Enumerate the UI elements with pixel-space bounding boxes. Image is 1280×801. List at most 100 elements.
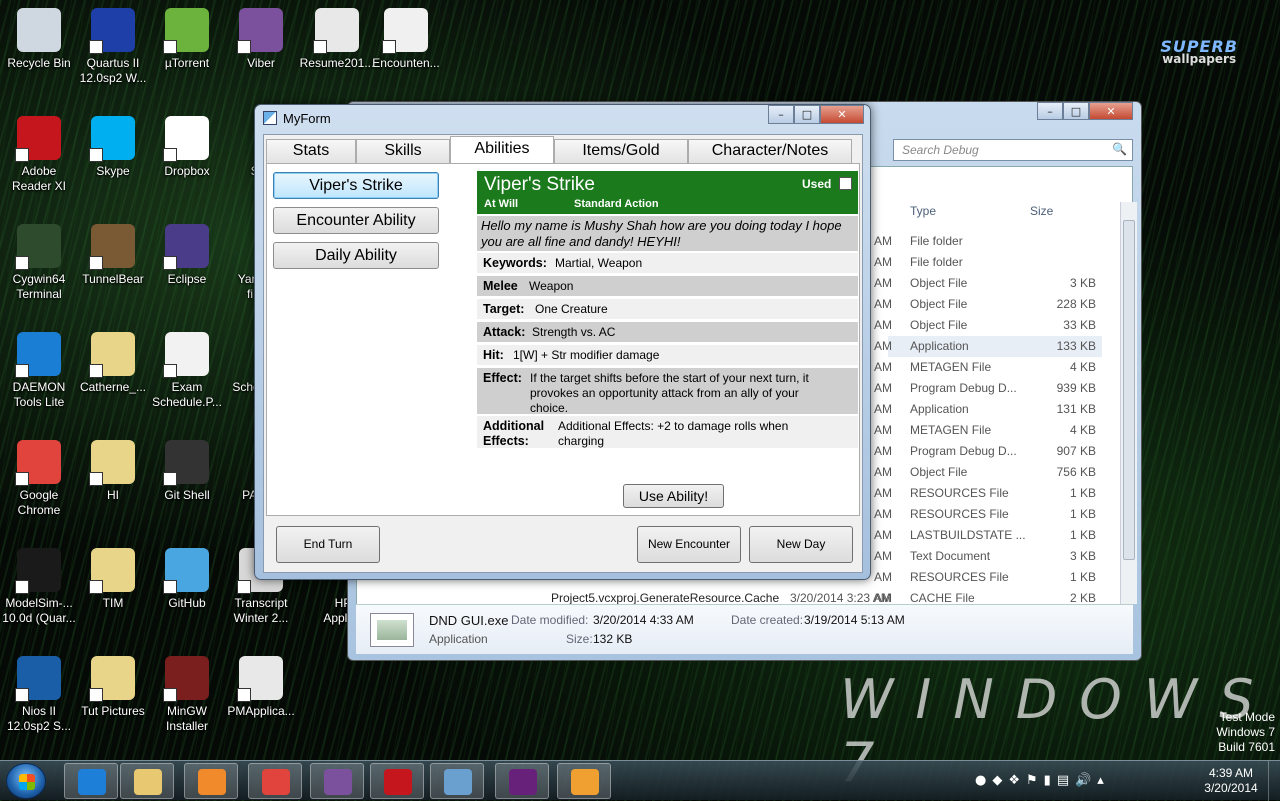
taskbar-app-button[interactable]	[495, 763, 549, 799]
desktop-shortcut[interactable]: Eclipse	[148, 224, 226, 287]
desktop-shortcut[interactable]: Resume201...	[298, 8, 376, 71]
taskbar-app-button[interactable]	[248, 763, 302, 799]
desktop-shortcut[interactable]: Recycle Bin	[0, 8, 78, 71]
minimize-button[interactable]: –	[1037, 102, 1063, 120]
tab-skills[interactable]: Skills	[356, 139, 450, 163]
desktop-shortcut[interactable]: Cygwin64 Terminal	[0, 224, 78, 302]
file-row[interactable]: AM Object File 756 KB	[874, 462, 1102, 483]
taskbar-app-button[interactable]	[64, 763, 118, 799]
new-encounter-button[interactable]: New Encounter	[637, 526, 741, 563]
clock[interactable]: 4:39 AM 3/20/2014	[1196, 766, 1266, 796]
action-center-icon[interactable]: ⚑	[1026, 773, 1044, 788]
tray-icon[interactable]: ◆	[992, 773, 1008, 788]
desktop-shortcut[interactable]: MinGW Installer	[148, 656, 226, 734]
file-row[interactable]: AM Text Document 3 KB	[874, 546, 1102, 567]
desktop-shortcut[interactable]: TunnelBear	[74, 224, 152, 287]
taskbar-app-button[interactable]	[557, 763, 611, 799]
file-row[interactable]: AM Application 133 KB	[874, 336, 1102, 357]
notification-icon[interactable]: ▴	[1097, 773, 1110, 788]
taskbar-app-button[interactable]	[310, 763, 364, 799]
vipers-strike-button[interactable]: Viper's Strike	[273, 172, 439, 199]
desktop-shortcut[interactable]: Viber	[222, 8, 300, 71]
file-row[interactable]: AM Program Debug D... 939 KB	[874, 378, 1102, 399]
taskbar-app-button[interactable]	[370, 763, 424, 799]
scrollbar-thumb[interactable]	[1123, 220, 1135, 560]
details-modified-label: Date modified:	[511, 613, 589, 627]
myform-window[interactable]: MyForm – □ ✕ Stats Skills Abilities Item…	[254, 104, 871, 580]
file-row[interactable]: AM File folder	[874, 231, 1102, 252]
maximize-button[interactable]: □	[794, 105, 820, 124]
use-ability-button[interactable]: Use Ability!	[623, 484, 724, 508]
file-row[interactable]: AM RESOURCES File 1 KB	[874, 483, 1102, 504]
taskbar-app-button[interactable]	[120, 763, 174, 799]
new-day-button[interactable]: New Day	[749, 526, 853, 563]
desktop-shortcut[interactable]: Catherne_...	[74, 332, 152, 395]
network-icon[interactable]: ▤	[1057, 773, 1075, 788]
details-size-value: 132 KB	[593, 632, 633, 646]
taskbar-app-button[interactable]	[184, 763, 238, 799]
desktop-shortcut[interactable]: Exam Schedule.P...	[148, 332, 226, 410]
volume-icon[interactable]: 🔊	[1075, 773, 1097, 788]
close-button[interactable]: ✕	[1089, 102, 1133, 120]
file-row[interactable]: AM Application 131 KB	[874, 399, 1102, 420]
close-button[interactable]: ✕	[820, 105, 864, 124]
details-size-label: Size:	[566, 632, 593, 646]
desktop-shortcut[interactable]: HI	[74, 440, 152, 503]
file-row[interactable]: AM Object File 3 KB	[874, 273, 1102, 294]
file-row-size: 1 KB	[1069, 507, 1096, 521]
start-button[interactable]	[6, 763, 46, 799]
show-desktop-button[interactable]	[1268, 761, 1280, 801]
file-row-time-suffix: AM	[874, 486, 892, 500]
desktop-shortcut[interactable]: DAEMON Tools Lite	[0, 332, 78, 410]
desktop-shortcut-label: PMApplica...	[227, 704, 295, 718]
file-row[interactable]: AM Program Debug D... 907 KB	[874, 441, 1102, 462]
search-input[interactable]: Search Debug 🔍	[893, 139, 1133, 161]
desktop-shortcut[interactable]: Nios II 12.0sp2 S...	[0, 656, 78, 734]
chrome-tray-icon[interactable]: ●	[975, 773, 992, 788]
desktop-shortcut[interactable]: Git Shell	[148, 440, 226, 503]
ability-name: Viper's Strike	[484, 174, 595, 195]
file-row[interactable]: AM METAGEN File 4 KB	[874, 357, 1102, 378]
tab-items-gold[interactable]: Items/Gold	[554, 139, 688, 163]
file-row-time-suffix: AM	[874, 339, 892, 353]
column-header-type[interactable]: Type	[910, 204, 936, 218]
tab-character-notes[interactable]: Character/Notes	[688, 139, 852, 163]
desktop-shortcut[interactable]: Quartus II 12.0sp2 W...	[74, 8, 152, 86]
vertical-scrollbar[interactable]	[1120, 202, 1137, 604]
tab-abilities[interactable]: Abilities	[450, 136, 554, 163]
end-turn-button[interactable]: End Turn	[276, 526, 380, 563]
file-row[interactable]: AM METAGEN File 4 KB	[874, 420, 1102, 441]
desktop-shortcut[interactable]: Dropbox	[148, 116, 226, 179]
file-row[interactable]: AM Object File 228 KB	[874, 294, 1102, 315]
desktop-shortcut[interactable]: Tut Pictures	[74, 656, 152, 719]
desktop-shortcut[interactable]: Google Chrome	[0, 440, 78, 518]
system-tray: ●◆❖⚑▮▤🔊▴	[975, 773, 1110, 788]
daily-ability-button[interactable]: Daily Ability	[273, 242, 439, 269]
file-row[interactable]: AM RESOURCES File 1 KB	[874, 567, 1102, 588]
desktop-shortcut[interactable]: ModelSim-... 10.0d (Quar...	[0, 548, 78, 626]
used-checkbox[interactable]	[839, 177, 852, 190]
file-row[interactable]: AM File folder	[874, 252, 1102, 273]
tab-stats[interactable]: Stats	[266, 139, 356, 163]
desktop-shortcut[interactable]: Skype	[74, 116, 152, 179]
desktop-shortcut[interactable]: Adobe Reader XI	[0, 116, 78, 194]
file-row[interactable]: AM LASTBUILDSTATE ... 1 KB	[874, 525, 1102, 546]
encounter-ability-button[interactable]: Encounter Ability	[273, 207, 439, 234]
minimize-button[interactable]: –	[768, 105, 794, 124]
partial-file-name[interactable]: Project5.vcxproj.GenerateResource.Cache	[551, 591, 779, 605]
file-row-type: Object File	[910, 297, 968, 311]
taskbar-app-button[interactable]	[430, 763, 484, 799]
power-icon[interactable]: ▮	[1044, 773, 1057, 788]
maximize-button[interactable]: □	[1063, 102, 1089, 120]
file-row[interactable]: AM RESOURCES File 1 KB	[874, 504, 1102, 525]
column-header-size[interactable]: Size	[1030, 204, 1053, 218]
desktop-shortcut[interactable]: GitHub	[148, 548, 226, 611]
desktop-shortcut[interactable]: Encounten...	[367, 8, 445, 71]
desktop-shortcut[interactable]: µTorrent	[148, 8, 226, 71]
file-row-time-suffix: AM	[874, 381, 892, 395]
desktop-shortcut[interactable]: TIM	[74, 548, 152, 611]
dropbox-tray-icon[interactable]: ❖	[1008, 773, 1026, 788]
desktop-shortcut[interactable]: PMApplica...	[222, 656, 300, 719]
app-icon[interactable]	[263, 111, 277, 125]
file-row[interactable]: AM Object File 33 KB	[874, 315, 1102, 336]
